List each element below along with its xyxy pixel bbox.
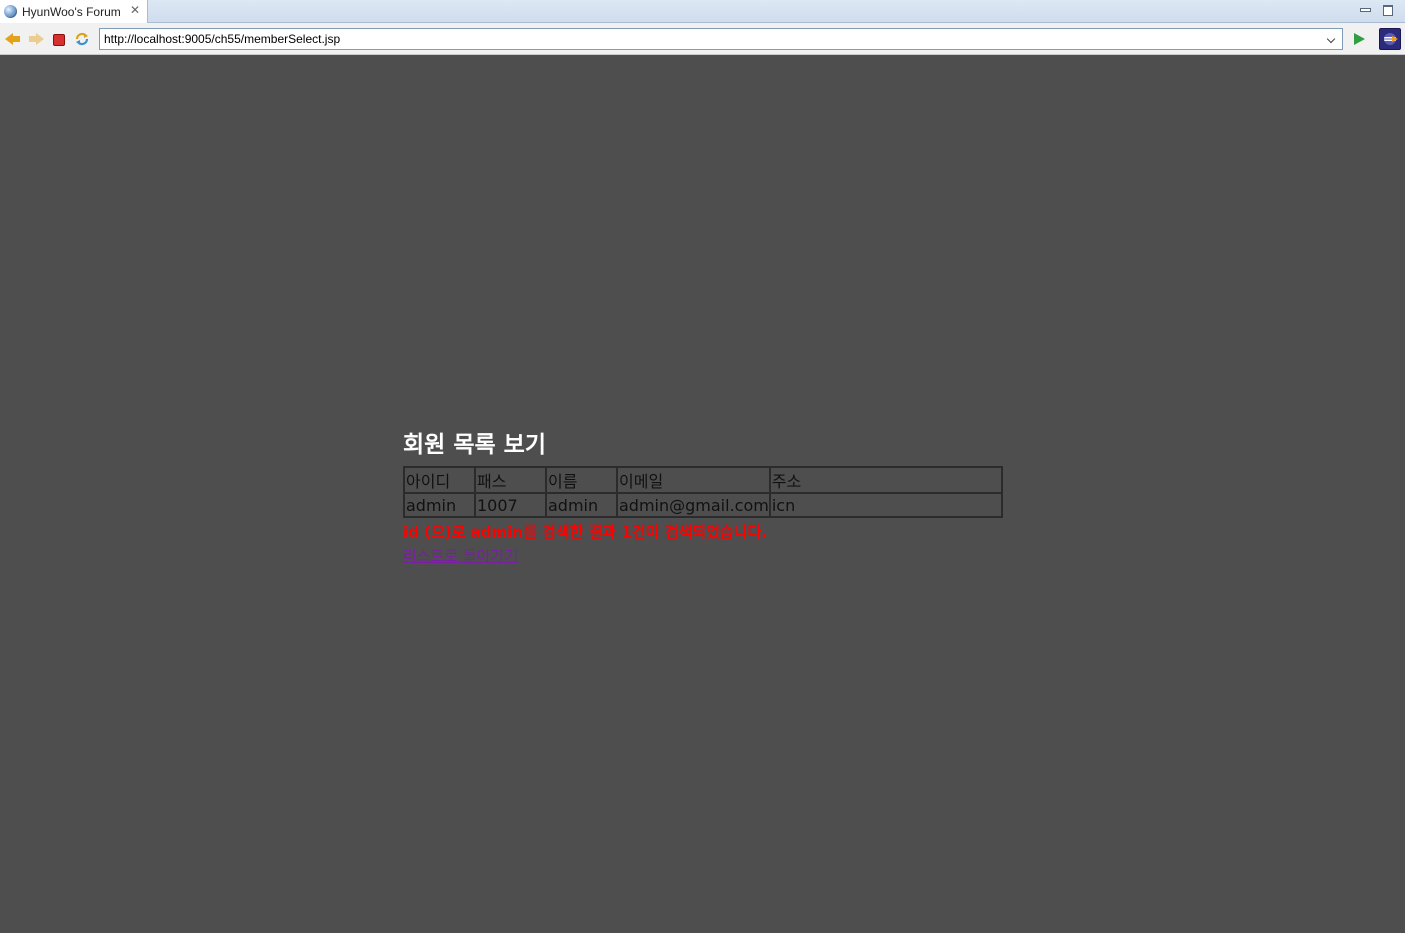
header-address: 주소	[769, 467, 1002, 493]
cell-name: admin	[546, 493, 617, 517]
member-table: 아이디 패스 이름 이메일 주소 admin 1007 admin admin@…	[403, 466, 1003, 518]
go-icon[interactable]	[1350, 30, 1368, 48]
page-content: 회원 목록 보기 아이디 패스 이름 이메일 주소 admin 1007 adm…	[0, 56, 1405, 933]
result-message: id (으)로 admin를 검색한 결과 1건이 검색되었습니다.	[403, 523, 767, 541]
header-password: 패스	[475, 467, 546, 493]
maximize-button[interactable]	[1381, 3, 1395, 17]
header-id: 아이디	[404, 467, 475, 493]
tab-strip: HyunWoo's Forum ✕	[0, 0, 1405, 23]
back-arrow-icon[interactable]	[4, 30, 22, 48]
globe-icon	[4, 5, 17, 18]
page-title: 회원 목록 보기	[403, 432, 546, 458]
minimize-button[interactable]	[1358, 3, 1372, 17]
close-icon[interactable]: ✕	[129, 4, 141, 16]
refresh-icon[interactable]	[73, 30, 91, 48]
browser-tab[interactable]: HyunWoo's Forum ✕	[0, 0, 148, 23]
tab-title: HyunWoo's Forum	[22, 4, 121, 19]
forward-arrow-icon[interactable]	[27, 30, 45, 48]
back-to-list-link[interactable]: 리스트로 돌아가기	[403, 545, 518, 566]
cell-password: 1007	[475, 493, 546, 517]
cell-id: admin	[404, 493, 475, 517]
header-name: 이름	[546, 467, 617, 493]
header-email: 이메일	[617, 467, 770, 493]
navigation-toolbar: http://localhost:9005/ch55/memberSelect.…	[0, 23, 1405, 55]
chevron-down-icon[interactable]	[1325, 31, 1339, 47]
table-header-row: 아이디 패스 이름 이메일 주소	[404, 467, 1002, 493]
table-row: admin 1007 admin admin@gmail.com icn	[404, 493, 1002, 517]
cell-email: admin@gmail.com	[617, 493, 770, 517]
eclipse-icon[interactable]	[1379, 28, 1401, 50]
stop-icon[interactable]	[50, 30, 68, 48]
url-text[interactable]: http://localhost:9005/ch55/memberSelect.…	[104, 32, 340, 46]
url-bar[interactable]: http://localhost:9005/ch55/memberSelect.…	[99, 28, 1343, 50]
cell-address: icn	[769, 493, 1002, 517]
